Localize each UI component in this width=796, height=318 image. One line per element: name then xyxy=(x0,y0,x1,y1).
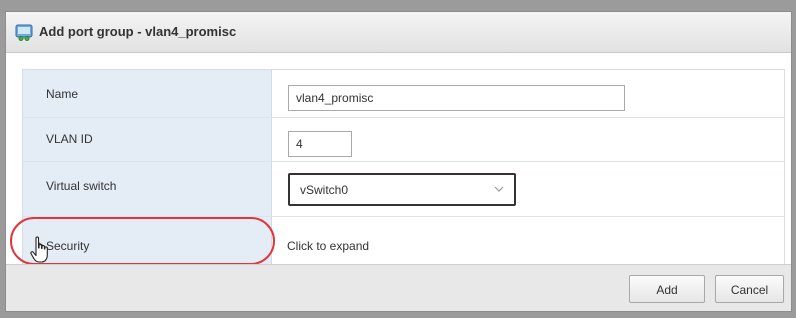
vlan-id-label: VLAN ID xyxy=(46,132,93,146)
row-divider xyxy=(23,161,784,162)
dialog-footer: Add Cancel xyxy=(6,264,791,311)
virtual-switch-label: Virtual switch xyxy=(46,179,117,193)
name-label: Name xyxy=(46,87,79,101)
cancel-button[interactable]: Cancel xyxy=(715,275,784,303)
row-divider xyxy=(23,117,784,118)
name-input[interactable]: vlan4_promisc xyxy=(288,85,625,111)
hand-cursor-icon xyxy=(30,236,48,263)
add-port-group-dialog: Add port group - vlan4_promisc Name vlan… xyxy=(5,11,792,312)
virtual-switch-select[interactable]: vSwitch0 xyxy=(288,173,516,206)
dialog-titlebar: Add port group - vlan4_promisc xyxy=(6,12,791,53)
chevron-down-icon xyxy=(494,186,504,192)
security-expand-link[interactable]: Click to expand xyxy=(287,239,369,253)
add-button[interactable]: Add xyxy=(629,275,705,303)
port-group-icon xyxy=(15,24,33,41)
virtual-switch-value: vSwitch0 xyxy=(300,183,349,197)
vlan-id-input[interactable]: 4 xyxy=(288,131,352,157)
dialog-title: Add port group - vlan4_promisc xyxy=(39,24,237,39)
